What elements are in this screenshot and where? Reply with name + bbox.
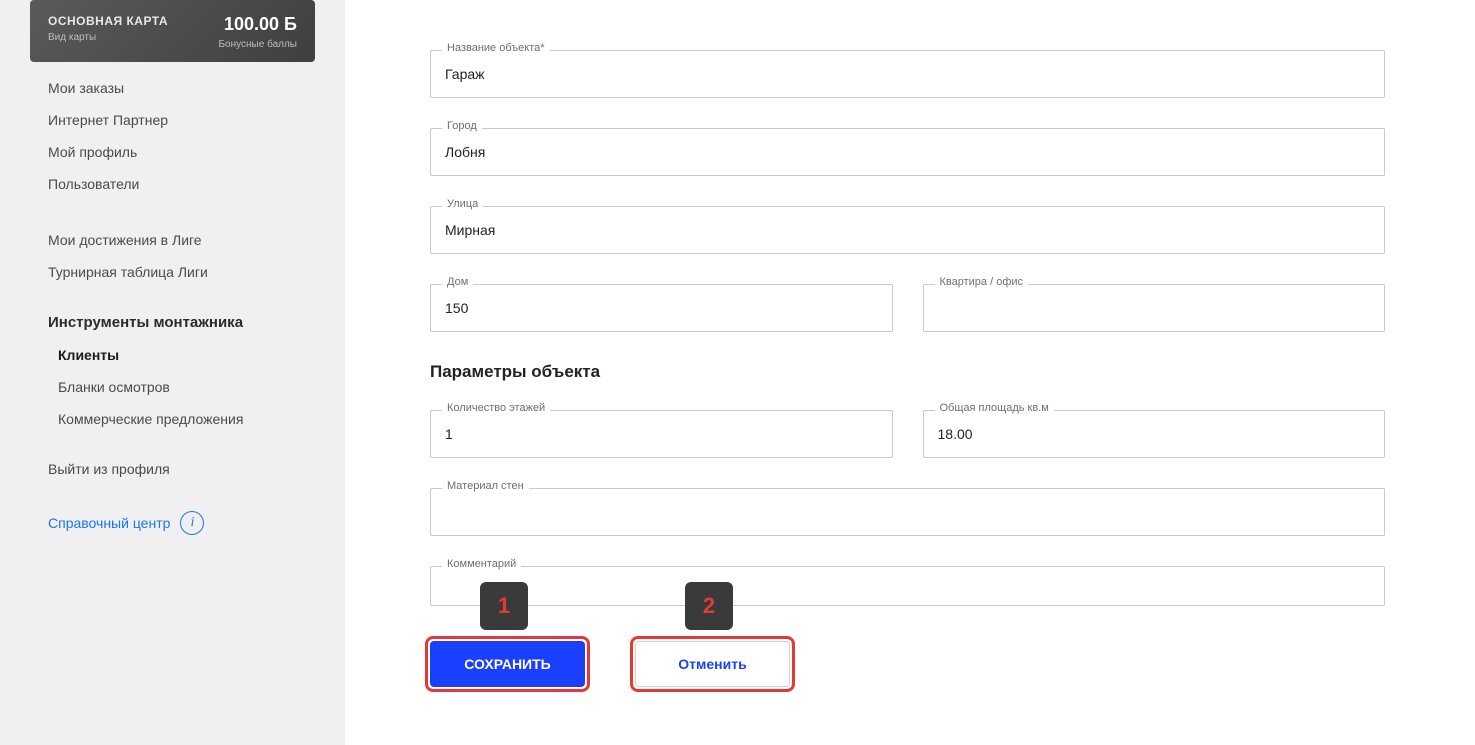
input-apt[interactable] [923, 284, 1386, 332]
field-city: Город [430, 128, 1385, 176]
cancel-button-wrap: 2 Отменить [635, 641, 790, 687]
label-house: Дом [442, 276, 473, 288]
field-wall: Материал стен [430, 488, 1385, 536]
save-button[interactable]: СОХРАНИТЬ [430, 641, 585, 687]
save-button-wrap: 1 СОХРАНИТЬ [430, 641, 585, 687]
input-house[interactable] [430, 284, 893, 332]
label-wall: Материал стен [442, 480, 529, 492]
nav-users[interactable]: Пользователи [0, 168, 345, 200]
field-comment: Комментарий [430, 566, 1385, 606]
nav-my-orders[interactable]: Мои заказы [0, 72, 345, 104]
label-area: Общая площадь кв.м [935, 402, 1054, 414]
label-comment: Комментарий [442, 558, 521, 570]
nav-logout[interactable]: Выйти из профиля [0, 453, 345, 485]
label-street: Улица [442, 198, 483, 210]
nav-achievements[interactable]: Мои достижения в Лиге [0, 224, 345, 256]
nav-league-table[interactable]: Турнирная таблица Лиги [0, 256, 345, 288]
input-object-name[interactable] [430, 50, 1385, 98]
nav-sub-clients[interactable]: Клиенты [0, 339, 345, 371]
label-apt: Квартира / офис [935, 276, 1029, 288]
help-link[interactable]: Справочный центр i [0, 503, 345, 543]
object-form: Название объекта* Город Улица Дом Кварти… [430, 0, 1385, 687]
nav-sub-blanks[interactable]: Бланки осмотров [0, 371, 345, 403]
card-subtitle: Вид карты [48, 32, 168, 43]
button-row: 1 СОХРАНИТЬ 2 Отменить [430, 641, 1385, 687]
field-apt: Квартира / офис [923, 284, 1386, 332]
card-right: 100.00 Б Бонусные баллы [218, 14, 297, 50]
label-object-name: Название объекта* [442, 42, 550, 54]
input-comment[interactable] [430, 566, 1385, 606]
label-floors: Количество этажей [442, 402, 550, 414]
label-city: Город [442, 120, 482, 132]
field-street: Улица [430, 206, 1385, 254]
nav-heading-tools: Инструменты монтажника [0, 306, 345, 339]
nav-sub-offers[interactable]: Коммерческие предложения [0, 403, 345, 435]
nav-group-main: Мои заказы Интернет Партнер Мой профиль … [0, 72, 345, 200]
input-area[interactable] [923, 410, 1386, 458]
card-title: ОСНОВНАЯ КАРТА [48, 14, 168, 28]
field-object-name: Название объекта* [430, 50, 1385, 98]
card-left: ОСНОВНАЯ КАРТА Вид карты [48, 14, 168, 43]
sidebar: ОСНОВНАЯ КАРТА Вид карты 100.00 Б Бонусн… [0, 0, 345, 745]
field-area: Общая площадь кв.м [923, 410, 1386, 458]
input-street[interactable] [430, 206, 1385, 254]
info-icon: i [180, 511, 204, 535]
nav-internet-partner[interactable]: Интернет Партнер [0, 104, 345, 136]
input-wall[interactable] [430, 488, 1385, 536]
nav-group-league: Мои достижения в Лиге Турнирная таблица … [0, 224, 345, 288]
section-title-params: Параметры объекта [430, 362, 1385, 382]
card-points-label: Бонусные баллы [218, 39, 297, 50]
input-floors[interactable] [430, 410, 893, 458]
field-house: Дом [430, 284, 893, 332]
cancel-button[interactable]: Отменить [635, 641, 790, 687]
input-city[interactable] [430, 128, 1385, 176]
field-floors: Количество этажей [430, 410, 893, 458]
help-label: Справочный центр [48, 515, 170, 531]
main-content: Название объекта* Город Улица Дом Кварти… [345, 0, 1475, 745]
card-points-value: 100.00 Б [218, 14, 297, 35]
bonus-card[interactable]: ОСНОВНАЯ КАРТА Вид карты 100.00 Б Бонусн… [30, 0, 315, 62]
nav-my-profile[interactable]: Мой профиль [0, 136, 345, 168]
